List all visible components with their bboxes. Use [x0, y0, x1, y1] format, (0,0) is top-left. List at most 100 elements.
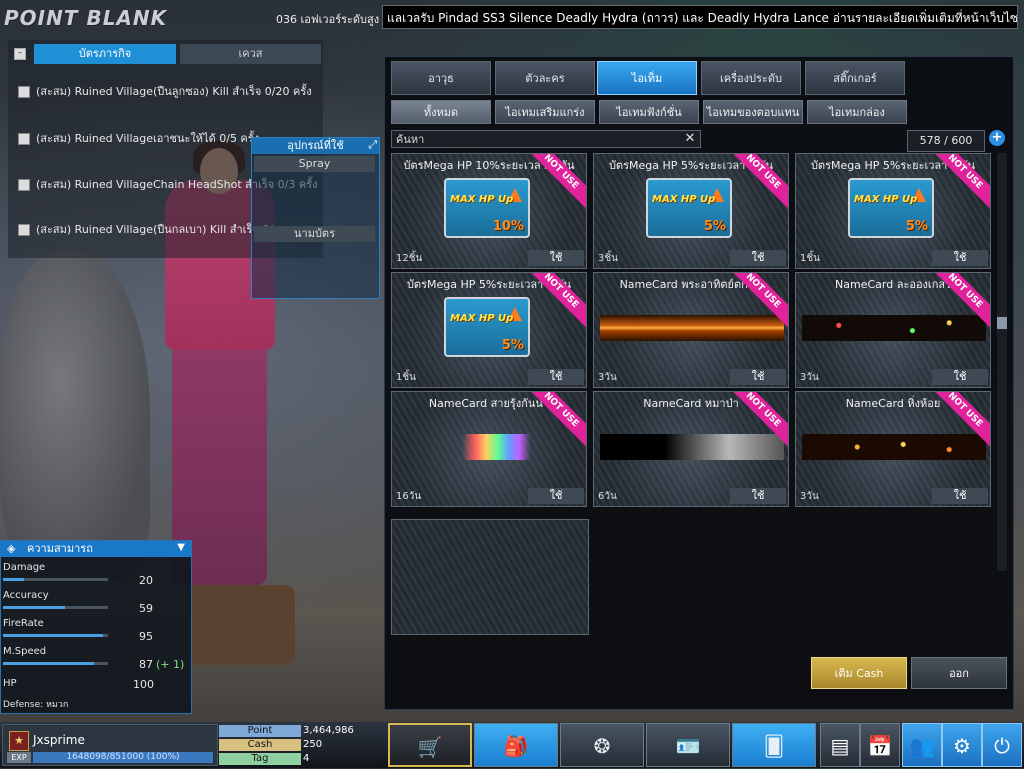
point-value: 3,464,986	[303, 725, 354, 736]
mission-button[interactable]: ▤	[820, 723, 860, 767]
item-card[interactable]: NameCard พระอาทิตย์ตกดิน NOT USE 3วัน ใช้	[593, 272, 789, 388]
checkbox[interactable]	[18, 133, 30, 145]
max-hp-icon: MAX HP Up 5%	[848, 178, 934, 238]
max-hp-text: MAX HP Up	[854, 194, 918, 205]
minimize-icon[interactable]: –	[14, 48, 26, 60]
subtab-all[interactable]: ทั้งหมด	[391, 100, 491, 124]
namecard-image	[600, 315, 784, 341]
use-button[interactable]: ใช้	[932, 488, 988, 504]
item-card[interactable]: บัตรMega HP 5%ระยะเวลา 1 วัน MAX HP Up 5% N…	[593, 153, 789, 269]
namecard-image	[802, 434, 986, 460]
item-duration: 6วัน	[598, 491, 617, 502]
mission-icon: ▤	[830, 734, 850, 758]
settings-button[interactable]: ⚙	[942, 723, 982, 767]
player-card: ★ Jxsprime EXP 1648098/851000 (100%)	[2, 724, 218, 766]
subtab-box[interactable]: ไอเทมกล่อง	[807, 100, 907, 124]
stat-label: Damage	[3, 562, 46, 573]
stats-panel: ความสามารถ ◈ ▼ Damage 20 Accuracy 59 Fir…	[0, 540, 192, 714]
stat-label: M.Speed	[3, 646, 47, 657]
use-button[interactable]: ใช้	[730, 250, 786, 266]
use-button[interactable]: ใช้	[932, 250, 988, 266]
subtab-function[interactable]: ไอเทมฟังก์ชั่น	[599, 100, 699, 124]
defense-label: Defense: หมวก	[3, 700, 69, 710]
stat-bar	[3, 606, 108, 609]
namecard-image	[802, 315, 986, 341]
scroll-thumb[interactable]	[997, 317, 1007, 329]
calendar-button[interactable]: 📅	[860, 723, 900, 767]
hp-percent: 5%	[905, 219, 928, 234]
item-card[interactable]: บัตรMega HP 5%ระยะเวลา 7 วัน MAX HP Up 5% N…	[391, 272, 587, 388]
item-card[interactable]: บัตรMega HP 5%ระยะเวลา 3 วัน MAX HP Up 5% N…	[795, 153, 991, 269]
max-hp-text: MAX HP Up	[450, 194, 514, 205]
max-hp-icon: MAX HP Up 5%	[646, 178, 732, 238]
subtab-reward[interactable]: ไอเทมของตอบแทน	[703, 100, 803, 124]
use-button[interactable]: ใช้	[528, 369, 584, 385]
checkbox[interactable]	[18, 224, 30, 236]
exp-bar: 1648098/851000 (100%)	[33, 752, 213, 763]
cash-value: 250	[303, 739, 323, 750]
search-input[interactable]: ค้นหา	[391, 130, 701, 148]
stat-label: HP	[3, 678, 17, 689]
news-ticker: แลเวลรับ Pindad SS3 Silence Deadly Hydra…	[382, 5, 1018, 29]
subtab-boost[interactable]: ไอเทมเสริมแกร่ง	[495, 100, 595, 124]
item-card[interactable]: NameCard สายรุ้งกันน้ำ NOT USE 16วัน ใช้	[391, 391, 587, 507]
id-card-icon: 🪪	[675, 734, 701, 758]
item-card[interactable]: NameCard ละอองเกสร NOT USE 3วัน ใช้	[795, 272, 991, 388]
cards-icon: 🂠	[763, 734, 785, 758]
clan-button[interactable]: ❂	[560, 723, 644, 767]
inventory-count: 578 / 600	[907, 130, 985, 152]
item-card[interactable]: NameCard หิ่งห้อย NOT USE 3วัน ใช้	[795, 391, 991, 507]
shop-button[interactable]: 🛒	[388, 723, 472, 767]
item-duration: 3วัน	[800, 372, 819, 383]
use-button[interactable]: ใช้	[528, 250, 584, 266]
use-button[interactable]: ใช้	[528, 488, 584, 504]
bottom-bar: ★ Jxsprime EXP 1648098/851000 (100%) Poi…	[0, 722, 1024, 768]
item-duration: 1ชิ้น	[396, 372, 416, 383]
use-button[interactable]: ใช้	[932, 369, 988, 385]
power-button[interactable]: ⏻	[982, 723, 1022, 767]
namecard-image	[398, 434, 582, 460]
checkbox[interactable]	[18, 179, 30, 191]
profile-button[interactable]: 🪪	[646, 723, 730, 767]
use-button[interactable]: ใช้	[730, 488, 786, 504]
tab-weapon[interactable]: อาวุธ	[391, 61, 491, 95]
friends-button[interactable]: 👥	[902, 723, 942, 767]
clear-icon[interactable]: ✕	[683, 130, 697, 148]
item-card[interactable]: บัตรMega HP 10%ระยะเวลา 1 วัน MAX HP Up 10…	[391, 153, 587, 269]
exit-button[interactable]: ออก	[911, 657, 1007, 689]
hp-percent: 5%	[501, 338, 524, 353]
hp-percent: 10%	[492, 219, 524, 234]
item-card[interactable]: NameCard หมาป่า NOT USE 6วัน ใช้	[593, 391, 789, 507]
stat-value: 95	[139, 630, 153, 643]
point-label: Point	[219, 725, 301, 737]
chevron-down-icon[interactable]: ▼	[177, 542, 185, 553]
inventory-button[interactable]: 🎒	[474, 723, 558, 767]
exp-label: EXP	[7, 752, 31, 763]
checkbox[interactable]	[18, 86, 30, 98]
spray-slot[interactable]: Spray	[254, 156, 375, 172]
item-preview	[391, 519, 589, 635]
hp-percent: 5%	[703, 219, 726, 234]
mission-row[interactable]: (สะสม) Ruined Villageเอาชนะให้ได้ 0/5 คร…	[18, 129, 259, 147]
tab-sticker[interactable]: สติ๊กเกอร์	[805, 61, 905, 95]
scrollbar[interactable]	[997, 153, 1007, 571]
tab-mission-card[interactable]: บัตรภารกิจ	[34, 44, 176, 64]
max-hp-icon: MAX HP Up 5%	[444, 297, 530, 357]
item-duration: 1ชิ้น	[800, 253, 820, 264]
mission-row[interactable]: (สะสม) Ruined Village(ปืนกลเบา) Kill สำเ…	[18, 220, 273, 238]
tab-character[interactable]: ตัวละคร	[495, 61, 595, 95]
use-button[interactable]: ใช้	[730, 369, 786, 385]
tab-quest[interactable]: เควส	[180, 44, 321, 64]
rank-icon: ★	[9, 731, 29, 751]
cards-button[interactable]: 🂠	[732, 723, 816, 767]
add-cash-button[interactable]: เติม Cash	[811, 657, 907, 689]
stats-title: ความสามารถ	[1, 541, 191, 557]
namecard-slot[interactable]: นามบัตร	[254, 226, 375, 242]
tab-accessory[interactable]: เครื่องประดับ	[701, 61, 801, 95]
expand-icon[interactable]: ⤢	[368, 138, 377, 152]
mission-row[interactable]: (สะสม) Ruined Village(ปืนลูกซอง) Kill สำ…	[18, 82, 312, 100]
tab-item[interactable]: ไอเท็ม	[597, 61, 697, 95]
expand-inventory-icon[interactable]: +	[989, 130, 1005, 146]
stat-value: 20	[139, 574, 153, 587]
stat-bar	[3, 578, 108, 581]
